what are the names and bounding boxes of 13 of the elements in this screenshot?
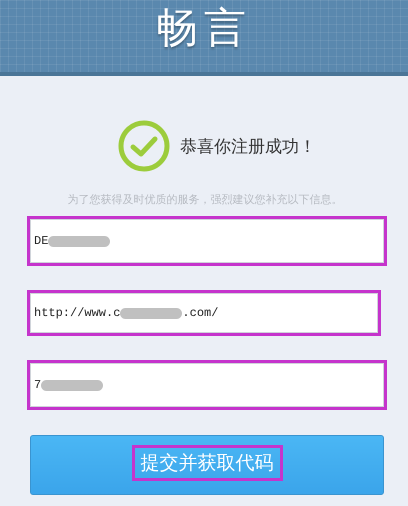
field-value: .com/ <box>182 306 218 320</box>
redaction-blot <box>120 308 182 318</box>
input-field[interactable]: 7 <box>30 363 384 407</box>
check-circle-icon <box>118 120 170 172</box>
redaction-blot <box>48 236 110 246</box>
field-value: 7 <box>34 378 42 392</box>
field-value: http://www.c <box>34 306 120 320</box>
redaction-blot <box>41 380 104 390</box>
input-field[interactable]: DE <box>30 219 384 263</box>
logo: 畅言 <box>156 2 252 54</box>
input-field[interactable]: http://www.c .com/ <box>30 293 378 333</box>
field-value: DE <box>34 234 48 248</box>
success-message: 恭喜你注册成功！ <box>180 136 316 158</box>
